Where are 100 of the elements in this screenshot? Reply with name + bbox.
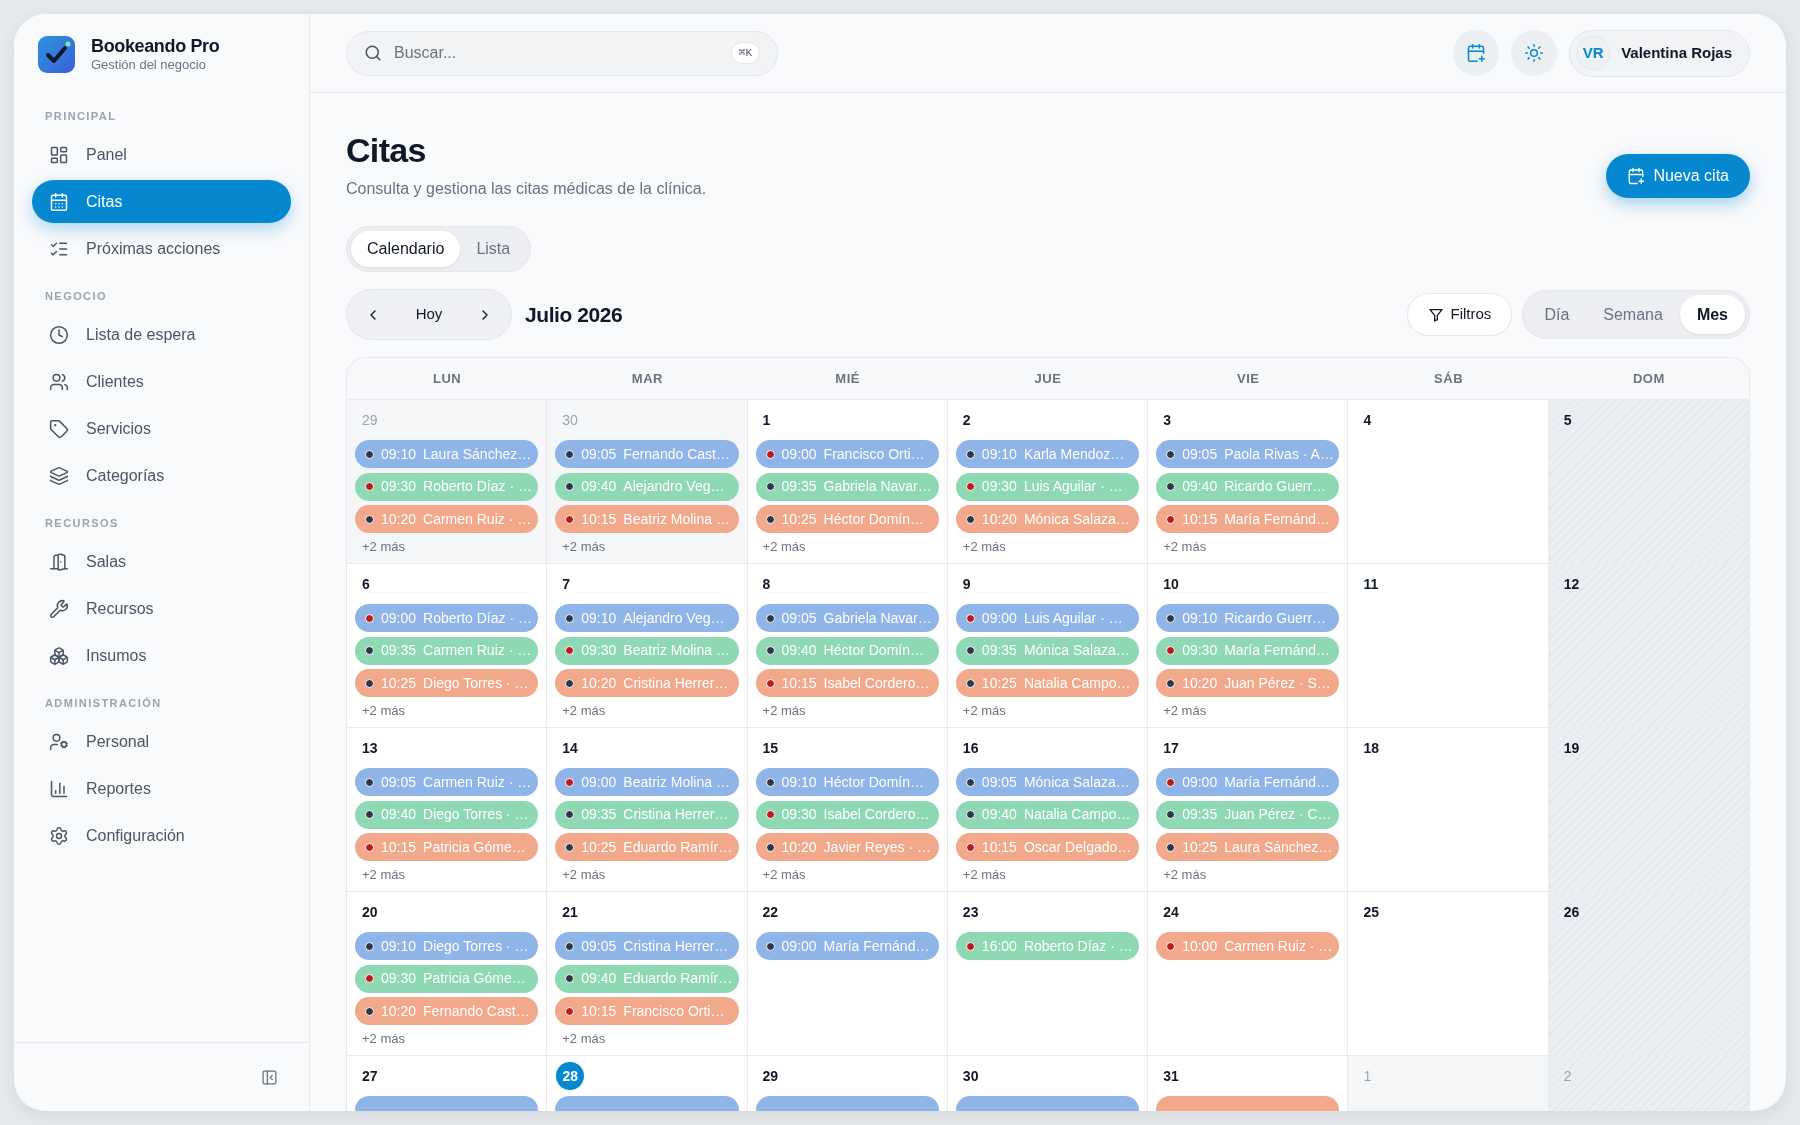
appointment-pill[interactable]: 09:10 Alejandro Veg… bbox=[555, 604, 739, 632]
appointment-pill[interactable]: 09:30 Luis Aguilar · … bbox=[955, 472, 1140, 501]
filters-button[interactable]: Filtros bbox=[1406, 293, 1513, 336]
appointment-pill[interactable]: 09:05 Gabriela Navar… bbox=[755, 604, 939, 632]
appointment-pill[interactable]: 09:05 Carmen Ruiz · … bbox=[355, 768, 539, 796]
user-menu-button[interactable]: VR Valentina Rojas bbox=[1569, 29, 1750, 77]
appointment-pill[interactable]: 09:40 Alejandro Veg… bbox=[555, 472, 739, 501]
more-events-link[interactable]: +2 más bbox=[1148, 702, 1207, 720]
appointment-pill[interactable] bbox=[1156, 1096, 1340, 1111]
appointment-pill[interactable]: 09:35 Mónica Salaza… bbox=[955, 636, 1140, 665]
appointment-pill[interactable]: 09:00 Francisco Orti… bbox=[755, 440, 939, 468]
appointment-pill[interactable]: 10:20 Javier Reyes · … bbox=[755, 833, 939, 861]
range-tab[interactable]: Semana bbox=[1586, 295, 1680, 334]
more-events-link[interactable]: +2 más bbox=[747, 702, 806, 720]
more-events-link[interactable]: +2 más bbox=[947, 702, 1006, 720]
appointment-pill[interactable]: 09:30 Isabel Cordero… bbox=[755, 800, 939, 829]
appointment-pill[interactable]: 09:05 Mónica Salaza… bbox=[955, 768, 1140, 796]
sidebar-item[interactable]: Próximas acciones bbox=[32, 227, 291, 270]
more-events-link[interactable]: +2 más bbox=[547, 866, 606, 884]
sidebar-item[interactable]: Insumos bbox=[32, 634, 291, 677]
appointment-pill[interactable]: 09:10 Diego Torres · … bbox=[355, 932, 539, 960]
appointment-pill[interactable]: 09:30 Beatriz Molina … bbox=[555, 636, 739, 665]
view-tab[interactable]: Calendario bbox=[351, 231, 461, 267]
appointment-pill[interactable]: 09:40 Héctor Domín… bbox=[755, 636, 939, 665]
more-events-link[interactable]: +2 más bbox=[347, 538, 405, 556]
range-tab[interactable]: Mes bbox=[1679, 295, 1745, 334]
more-events-link[interactable]: +2 más bbox=[747, 538, 806, 556]
appointment-pill[interactable]: 09:40 Ricardo Guerr… bbox=[1156, 472, 1340, 501]
appointment-pill[interactable]: 10:15 Oscar Delgado… bbox=[955, 833, 1140, 861]
appointment-pill[interactable]: 10:20 Carmen Ruiz · … bbox=[355, 505, 539, 533]
appointment-pill[interactable]: 09:00 Beatriz Molina … bbox=[555, 768, 739, 796]
appointment-pill[interactable] bbox=[955, 1096, 1140, 1111]
appointment-pill[interactable]: 10:25 Héctor Domín… bbox=[755, 505, 939, 533]
appointment-pill[interactable]: 09:00 Roberto Díaz · … bbox=[355, 604, 539, 632]
more-events-link[interactable]: +2 más bbox=[547, 702, 606, 720]
appointment-pill[interactable]: 09:40 Natalia Campo… bbox=[955, 800, 1140, 829]
appointment-pill[interactable]: 09:30 Patricia Góme… bbox=[355, 964, 539, 993]
sidebar-item[interactable]: Personal bbox=[32, 720, 291, 763]
appointment-pill[interactable]: 09:05 Fernando Cast… bbox=[555, 440, 739, 468]
appointment-pill[interactable]: 10:15 Patricia Góme… bbox=[355, 833, 539, 861]
appointment-pill[interactable]: 09:10 Laura Sánchez… bbox=[355, 440, 539, 468]
more-events-link[interactable]: +2 más bbox=[1148, 538, 1207, 556]
appointment-pill[interactable] bbox=[755, 1096, 939, 1111]
more-events-link[interactable]: +2 más bbox=[947, 538, 1006, 556]
appointment-pill[interactable]: 10:25 Natalia Campo… bbox=[955, 669, 1140, 697]
appointment-pill[interactable]: 09:40 Diego Torres · … bbox=[355, 800, 539, 829]
add-appointment-button[interactable] bbox=[1453, 30, 1500, 76]
sidebar-item[interactable]: Recursos bbox=[32, 587, 291, 630]
sidebar-item[interactable]: Citas bbox=[32, 180, 291, 223]
sidebar-item[interactable]: Configuración bbox=[32, 814, 291, 857]
appointment-pill[interactable]: 09:35 Gabriela Navar… bbox=[755, 472, 939, 501]
appointment-pill[interactable]: 10:15 María Fernánd… bbox=[1156, 505, 1340, 533]
sidebar-item[interactable]: Salas bbox=[32, 540, 291, 583]
appointment-pill[interactable]: 09:10 Karla Mendoz… bbox=[955, 440, 1140, 468]
appointment-pill[interactable]: 09:35 Juan Pérez · C… bbox=[1156, 800, 1340, 829]
appointment-pill[interactable]: 10:20 Cristina Herrer… bbox=[555, 669, 739, 697]
appointment-pill[interactable]: 10:25 Diego Torres · … bbox=[355, 669, 539, 697]
appointment-pill[interactable]: 10:00 Carmen Ruiz · … bbox=[1156, 932, 1340, 960]
sidebar-item[interactable]: Servicios bbox=[32, 407, 291, 450]
appointment-pill[interactable]: 09:30 Roberto Díaz · … bbox=[355, 472, 539, 501]
more-events-link[interactable]: +2 más bbox=[747, 866, 806, 884]
appointment-pill[interactable]: 10:25 Eduardo Ramír… bbox=[555, 833, 739, 861]
appointment-pill[interactable]: 10:20 Mónica Salaza… bbox=[955, 505, 1140, 533]
appointment-pill[interactable]: 09:35 Carmen Ruiz · … bbox=[355, 636, 539, 665]
view-tab[interactable]: Lista bbox=[460, 231, 527, 267]
appointment-pill[interactable]: 09:30 María Fernánd… bbox=[1156, 636, 1340, 665]
appointment-pill[interactable]: 09:10 Ricardo Guerr… bbox=[1156, 604, 1340, 632]
appointment-pill[interactable]: 09:05 Paola Rivas · A… bbox=[1156, 440, 1340, 468]
more-events-link[interactable]: +2 más bbox=[1148, 866, 1207, 884]
appointment-pill[interactable]: 09:00 María Fernánd… bbox=[1156, 768, 1340, 796]
appointment-pill[interactable]: 10:15 Isabel Cordero… bbox=[755, 669, 939, 697]
more-events-link[interactable]: +2 más bbox=[947, 866, 1006, 884]
more-events-link[interactable]: +2 más bbox=[547, 538, 606, 556]
new-appointment-button[interactable]: Nueva cita bbox=[1606, 154, 1750, 198]
appointment-pill[interactable]: 10:15 Beatriz Molina … bbox=[555, 505, 739, 533]
sidebar-item[interactable]: Clientes bbox=[32, 360, 291, 403]
more-events-link[interactable]: +2 más bbox=[547, 1030, 606, 1048]
theme-toggle-button[interactable] bbox=[1511, 30, 1558, 76]
appointment-pill[interactable]: 10:20 Fernando Cast… bbox=[355, 997, 539, 1025]
appointment-pill[interactable]: 09:05 Cristina Herrer… bbox=[555, 932, 739, 960]
appointment-pill[interactable]: 09:10 Héctor Domín… bbox=[755, 768, 939, 796]
more-events-link[interactable]: +2 más bbox=[347, 702, 405, 720]
appointment-pill[interactable]: 10:25 Laura Sánchez… bbox=[1156, 833, 1340, 861]
appointment-pill[interactable]: 16:00 Roberto Díaz · … bbox=[955, 932, 1140, 960]
appointment-pill[interactable] bbox=[555, 1096, 739, 1111]
appointment-pill[interactable]: 10:20 Juan Pérez · S… bbox=[1156, 669, 1340, 697]
range-tab[interactable]: Día bbox=[1527, 295, 1587, 334]
more-events-link[interactable]: +2 más bbox=[347, 866, 405, 884]
appointment-pill[interactable] bbox=[355, 1096, 539, 1111]
appointment-pill[interactable]: 09:40 Eduardo Ramír… bbox=[555, 964, 739, 993]
collapse-sidebar-button[interactable] bbox=[259, 1067, 279, 1087]
appointment-pill[interactable]: 09:00 Luis Aguilar · … bbox=[955, 604, 1140, 632]
sidebar-item[interactable]: Panel bbox=[32, 133, 291, 176]
appointment-pill[interactable]: 10:15 Francisco Orti… bbox=[555, 997, 739, 1025]
more-events-link[interactable]: +2 más bbox=[347, 1030, 405, 1048]
sidebar-item[interactable]: Lista de espera bbox=[32, 313, 291, 356]
sidebar-item[interactable]: Reportes bbox=[32, 767, 291, 810]
appointment-pill[interactable]: 09:35 Cristina Herrer… bbox=[555, 800, 739, 829]
sidebar-item[interactable]: Categorías bbox=[32, 454, 291, 497]
appointment-pill[interactable]: 09:00 María Fernánd… bbox=[755, 932, 939, 960]
